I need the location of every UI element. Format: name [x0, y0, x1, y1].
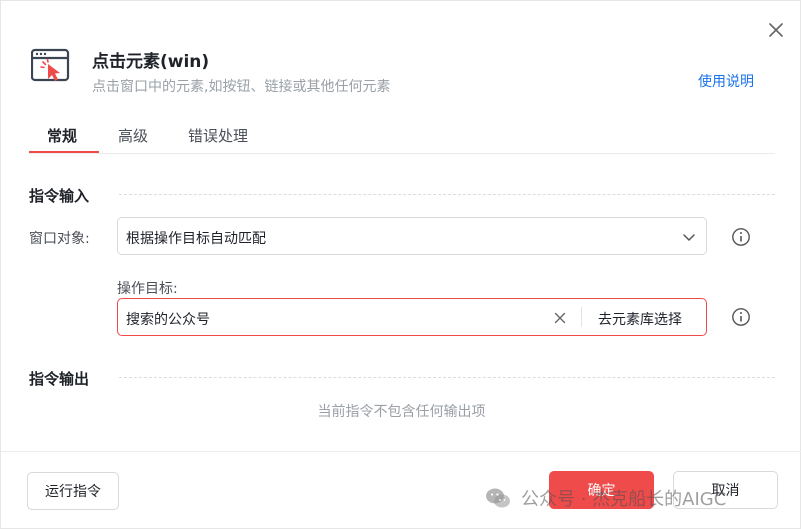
tab-advanced[interactable]: 高级: [118, 125, 148, 146]
output-empty-text: 当前指令不包含任何输出项: [317, 404, 486, 420]
chevron-down-icon: [682, 229, 696, 243]
info-icon[interactable]: [731, 227, 751, 247]
window-object-label: 窗口对象:: [29, 231, 90, 247]
dialog-title: 点击元素(win): [92, 52, 210, 72]
pick-from-element-library-button[interactable]: 去元素库选择: [598, 309, 682, 329]
tab-general[interactable]: 常规: [47, 125, 77, 146]
run-command-button[interactable]: 运行指令: [27, 472, 119, 510]
section-divider: [119, 377, 775, 378]
field-separator: [581, 307, 582, 327]
tab-bar: 常规 高级 错误处理: [29, 119, 775, 154]
target-value: 搜索的公众号: [126, 312, 210, 328]
footer-divider: [1, 451, 801, 452]
target-label: 操作目标:: [117, 281, 178, 297]
window-object-select[interactable]: 根据操作目标自动匹配: [117, 217, 707, 255]
click-window-icon: [30, 48, 71, 84]
tab-error-handling[interactable]: 错误处理: [188, 125, 248, 146]
active-tab-indicator: [29, 151, 99, 153]
info-icon[interactable]: [731, 307, 751, 327]
target-field[interactable]: 搜索的公众号 去元素库选择: [117, 298, 707, 336]
close-icon[interactable]: [765, 19, 787, 41]
dialog-subtitle: 点击窗口中的元素,如按钮、链接或其他任何元素: [92, 79, 391, 95]
click-element-dialog: 点击元素(win) 点击窗口中的元素,如按钮、链接或其他任何元素 使用说明 常规…: [0, 0, 801, 529]
input-section-title: 指令输入: [29, 187, 90, 205]
watermark-text: 公众号 · 杰克船长的AIGC: [521, 489, 727, 510]
wechat-icon: [485, 487, 511, 509]
help-link[interactable]: 使用说明: [698, 71, 754, 91]
window-object-value: 根据操作目标自动匹配: [126, 231, 266, 247]
watermark: 公众号 · 杰克船长的AIGC: [485, 485, 726, 511]
clear-icon[interactable]: [553, 310, 567, 324]
section-divider: [119, 194, 775, 195]
output-section-title: 指令输出: [29, 370, 90, 388]
